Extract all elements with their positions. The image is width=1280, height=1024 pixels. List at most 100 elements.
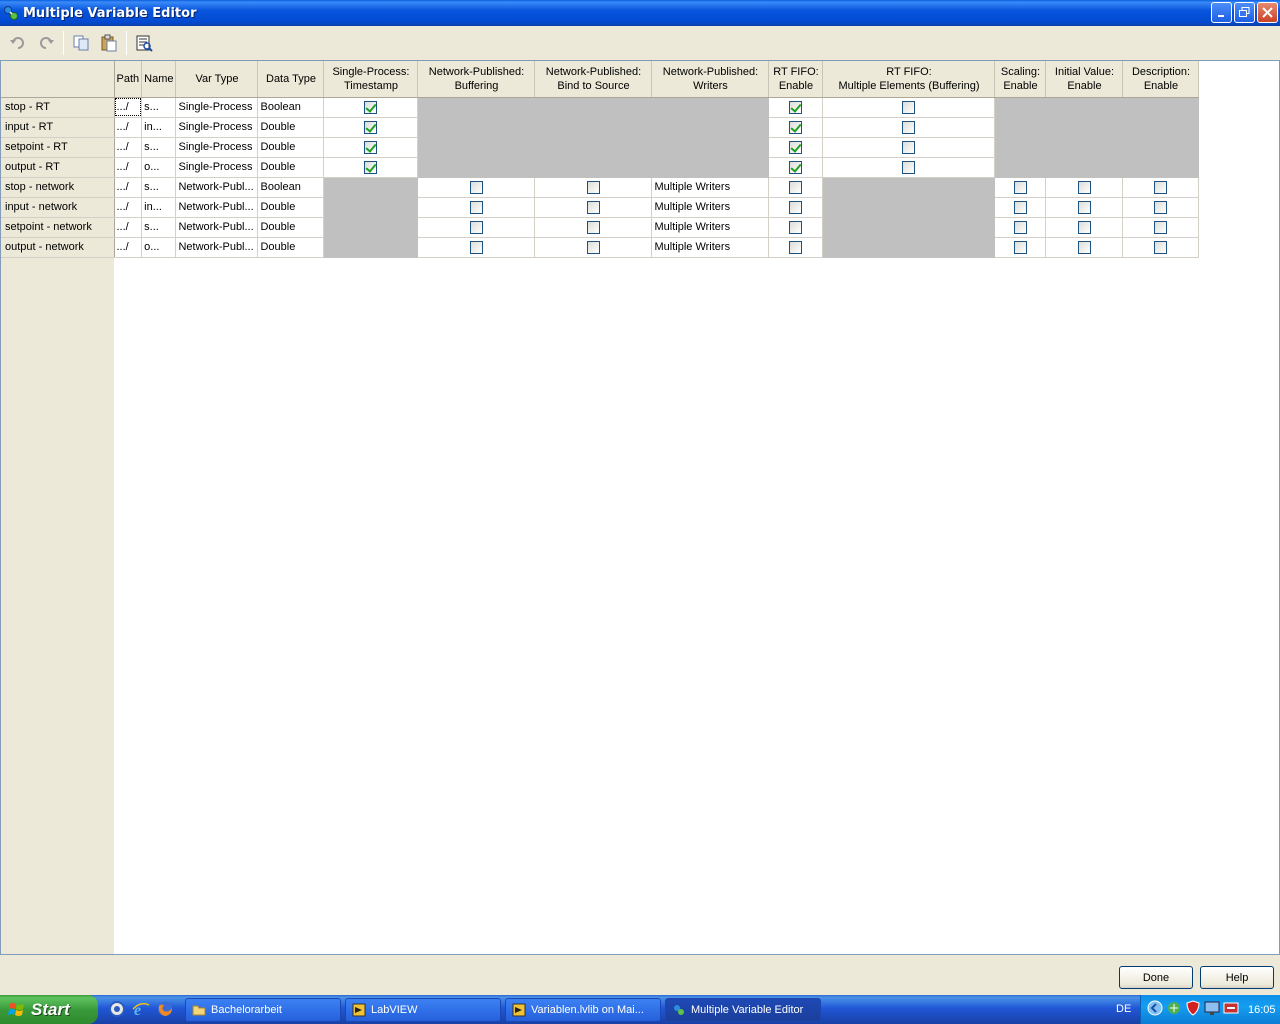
row-header[interactable]: output - RT (1, 157, 115, 178)
cell-path[interactable]: .../ (114, 157, 143, 178)
cell-name[interactable]: in... (141, 197, 177, 218)
checkbox[interactable] (1013, 200, 1027, 214)
cell-vartype[interactable]: Single-Process (175, 137, 259, 158)
checkbox[interactable] (469, 220, 483, 234)
minimize-button[interactable] (1211, 2, 1232, 23)
checkbox[interactable] (1154, 180, 1168, 194)
column-header-np_writers[interactable]: Network-Published: Writers (651, 61, 770, 98)
cell-path[interactable]: .../ (114, 137, 143, 158)
row-header[interactable]: setpoint - RT (1, 137, 115, 158)
cell-name[interactable]: s... (141, 217, 177, 238)
redo-button[interactable] (32, 29, 60, 57)
checkbox[interactable] (1154, 200, 1168, 214)
checkbox[interactable] (586, 240, 600, 254)
checkbox[interactable] (1013, 240, 1027, 254)
checkbox[interactable] (1154, 240, 1168, 254)
monitor-icon[interactable] (1204, 1000, 1220, 1019)
checkbox[interactable] (364, 120, 378, 134)
title-bar[interactable]: Multiple Variable Editor (0, 0, 1280, 26)
cell-datatype[interactable]: Boolean (257, 97, 325, 118)
taskbar-task[interactable]: Multiple Variable Editor (665, 998, 821, 1022)
internet-explorer-icon[interactable]: e (132, 1000, 150, 1019)
checkbox[interactable] (1013, 220, 1027, 234)
browse-button[interactable] (130, 29, 158, 57)
cell-vartype[interactable]: Single-Process (175, 157, 259, 178)
checkbox[interactable] (1077, 220, 1091, 234)
outlook-icon[interactable] (108, 1000, 126, 1018)
checkbox[interactable] (1077, 200, 1091, 214)
maximize-button[interactable] (1234, 2, 1255, 23)
cell-datatype[interactable]: Double (257, 217, 325, 238)
checkbox[interactable] (364, 140, 378, 154)
checkbox[interactable] (902, 140, 916, 154)
cell-path[interactable]: .../ (114, 117, 143, 138)
clock[interactable]: 16:05 (1248, 1004, 1276, 1016)
cell-np_writers[interactable]: Multiple Writers (651, 177, 770, 198)
cell-path[interactable]: .../ (114, 217, 143, 238)
taskbar-task[interactable]: Variablen.lvlib on Mai... (505, 998, 661, 1022)
taskbar-task[interactable]: Bachelorarbeit (185, 998, 341, 1022)
paste-button[interactable] (95, 29, 123, 57)
security-shield-icon[interactable] (1185, 1000, 1201, 1019)
checkbox[interactable] (789, 200, 803, 214)
checkbox[interactable] (789, 180, 803, 194)
cell-vartype[interactable]: Single-Process (175, 97, 259, 118)
column-header-vartype[interactable]: Var Type (175, 61, 259, 98)
cell-name[interactable]: o... (141, 237, 177, 258)
row-header[interactable]: output - network (1, 237, 115, 258)
cell-path[interactable]: .../ (114, 197, 143, 218)
row-header[interactable]: stop - RT (1, 97, 115, 118)
taskbar-task[interactable]: LabVIEW (345, 998, 501, 1022)
checkbox[interactable] (902, 100, 916, 114)
cell-vartype[interactable]: Network-Publ... (175, 197, 259, 218)
column-header-sc_en[interactable]: Scaling: Enable (994, 61, 1047, 98)
cell-np_writers[interactable]: Multiple Writers (651, 237, 770, 258)
row-header[interactable]: setpoint - network (1, 217, 115, 238)
checkbox[interactable] (364, 160, 378, 174)
cell-name[interactable]: s... (141, 137, 177, 158)
cell-name[interactable]: o... (141, 157, 177, 178)
cell-np_writers[interactable]: Multiple Writers (651, 197, 770, 218)
done-button[interactable]: Done (1119, 966, 1193, 989)
close-button[interactable] (1257, 2, 1278, 23)
checkbox[interactable] (586, 200, 600, 214)
copy-button[interactable] (67, 29, 95, 57)
cell-name[interactable]: in... (141, 117, 177, 138)
cell-path[interactable]: .../ (114, 97, 143, 118)
column-header-rt_en[interactable]: RT FIFO: Enable (768, 61, 824, 98)
checkbox[interactable] (1077, 180, 1091, 194)
checkbox[interactable] (1013, 180, 1027, 194)
row-header[interactable]: input - RT (1, 117, 115, 138)
cell-datatype[interactable]: Boolean (257, 177, 325, 198)
checkbox[interactable] (789, 220, 803, 234)
network-icon[interactable] (1166, 1000, 1182, 1019)
cell-name[interactable]: s... (141, 97, 177, 118)
cell-np_writers[interactable]: Multiple Writers (651, 217, 770, 238)
cell-datatype[interactable]: Double (257, 117, 325, 138)
column-header-sp_ts[interactable]: Single-Process: Timestamp (323, 61, 419, 98)
checkbox[interactable] (364, 100, 378, 114)
checkbox[interactable] (789, 100, 803, 114)
column-header-iv_en[interactable]: Initial Value: Enable (1045, 61, 1124, 98)
checkbox[interactable] (469, 200, 483, 214)
column-header-datatype[interactable]: Data Type (257, 61, 325, 98)
language-indicator[interactable]: DE (1116, 1003, 1131, 1015)
row-header[interactable]: input - network (1, 197, 115, 218)
undo-button[interactable] (4, 29, 32, 57)
checkbox[interactable] (469, 180, 483, 194)
start-button[interactable]: Start (0, 995, 98, 1024)
firefox-icon[interactable] (156, 1000, 174, 1018)
checkbox[interactable] (789, 240, 803, 254)
checkbox[interactable] (902, 120, 916, 134)
cell-datatype[interactable]: Double (257, 237, 325, 258)
cell-vartype[interactable]: Single-Process (175, 117, 259, 138)
antivirus-icon[interactable] (1223, 1000, 1239, 1019)
column-header-ds_en[interactable]: Description: Enable (1122, 61, 1200, 98)
cell-vartype[interactable]: Network-Publ... (175, 177, 259, 198)
checkbox[interactable] (1154, 220, 1168, 234)
column-header-path[interactable]: Path (114, 61, 143, 98)
cell-path[interactable]: .../ (114, 177, 143, 198)
cell-datatype[interactable]: Double (257, 197, 325, 218)
checkbox[interactable] (789, 120, 803, 134)
column-header-rt_multi[interactable]: RT FIFO: Multiple Elements (Buffering) (822, 61, 996, 98)
